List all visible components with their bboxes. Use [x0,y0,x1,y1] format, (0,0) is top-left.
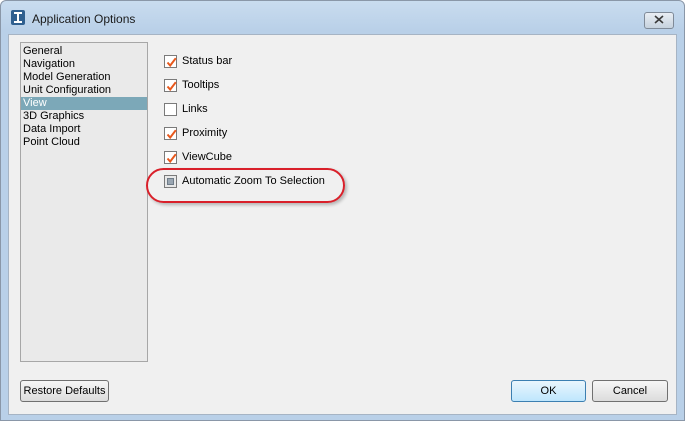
ok-button[interactable]: OK [511,380,586,402]
cancel-button[interactable]: Cancel [592,380,668,402]
window-title: Application Options [32,12,136,26]
viewcube-label: ViewCube [182,151,232,163]
sidebar-item-3d-graphics[interactable]: 3D Graphics [21,110,147,123]
links-label: Links [182,103,208,115]
automatic-zoom-checkbox[interactable] [164,174,177,188]
sidebar-item-model-generation[interactable]: Model Generation [21,71,147,84]
option-automatic-zoom-to-selection[interactable]: Automatic Zoom To Selection [164,173,325,189]
option-tooltips[interactable]: Tooltips [164,77,219,93]
close-icon [654,14,664,27]
sidebar-item-general[interactable]: General [21,45,147,58]
proximity-label: Proximity [182,127,228,139]
indeterminate-mark-icon [167,177,174,185]
dialog-body: General Navigation Model Generation Unit… [8,34,677,415]
sidebar-item-view[interactable]: View [21,97,147,110]
links-checkbox[interactable] [164,102,177,116]
proximity-checkbox[interactable] [164,126,177,140]
automatic-zoom-label: Automatic Zoom To Selection [182,175,325,187]
category-list: General Navigation Model Generation Unit… [20,42,148,362]
sidebar-item-data-import[interactable]: Data Import [21,123,147,136]
application-options-window: Application Options General Navigation M… [0,0,685,421]
app-icon [10,9,26,26]
status-bar-label: Status bar [182,55,233,67]
option-status-bar[interactable]: Status bar [164,53,232,69]
tooltips-checkbox[interactable] [164,78,177,92]
close-button[interactable] [644,12,674,29]
status-bar-checkbox[interactable] [164,54,177,68]
tooltips-label: Tooltips [182,79,220,91]
option-links[interactable]: Links [164,101,208,117]
viewcube-checkbox[interactable] [164,150,177,164]
sidebar-item-unit-configuration[interactable]: Unit Configuration [21,84,147,97]
option-viewcube[interactable]: ViewCube [164,149,232,165]
sidebar-item-point-cloud[interactable]: Point Cloud [21,136,147,149]
title-bar: Application Options [1,1,684,35]
restore-defaults-button[interactable]: Restore Defaults [20,380,109,402]
option-proximity[interactable]: Proximity [164,125,227,141]
sidebar-item-navigation[interactable]: Navigation [21,58,147,71]
